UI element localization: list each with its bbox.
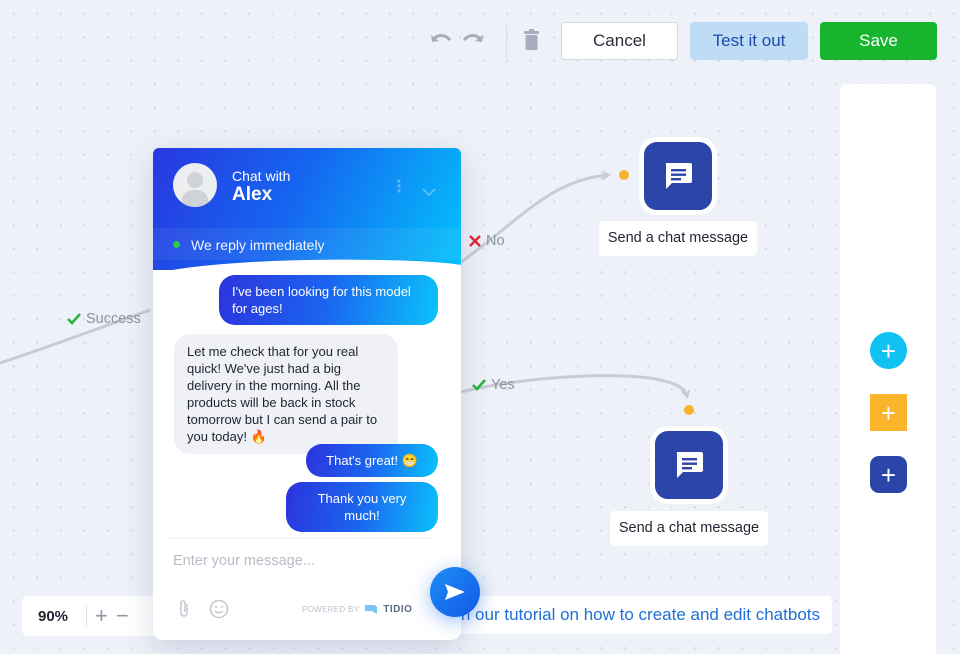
chat-title-small: Chat with <box>232 168 291 184</box>
zoom-in-button[interactable]: + <box>95 603 108 629</box>
online-status-dot <box>173 241 180 248</box>
tutorial-link[interactable]: Watch our tutorial on how to create and … <box>440 596 832 634</box>
message-visitor: That's great! 😁 <box>306 444 438 477</box>
check-icon <box>67 313 81 325</box>
test-it-out-button[interactable]: Test it out <box>690 22 808 60</box>
chat-header: Chat with Alex We reply immediately <box>153 148 461 270</box>
divider <box>86 605 87 627</box>
zoom-out-button[interactable]: − <box>116 603 129 629</box>
zoom-control: 90% + − <box>22 596 172 636</box>
message-visitor: Thank you very much! <box>286 482 438 532</box>
trash-icon[interactable] <box>523 29 540 56</box>
toolbar-divider <box>506 24 507 58</box>
avatar <box>173 163 217 207</box>
more-options-icon[interactable] <box>396 178 402 199</box>
message-operator: Let me check that for you real quick! We… <box>174 334 398 454</box>
chat-message-icon <box>665 163 692 189</box>
send-icon <box>445 584 465 600</box>
cancel-button[interactable]: Cancel <box>561 22 678 60</box>
undo-icon[interactable] <box>429 30 453 55</box>
flow-connections <box>0 0 960 640</box>
cross-icon <box>469 235 481 247</box>
add-trigger-button[interactable]: + <box>870 332 907 369</box>
chat-agent-name: Alex <box>232 184 273 205</box>
powered-by[interactable]: POWERED BY TIDIO <box>302 603 412 615</box>
node-label[interactable]: Send a chat message <box>610 511 768 546</box>
plus-icon: + <box>880 397 897 428</box>
message-visitor: I've been looking for this model for age… <box>219 275 438 325</box>
plus-icon: + <box>880 459 897 490</box>
node-palette-panel: + + + <box>840 84 936 654</box>
node-send-message-2[interactable] <box>650 426 728 504</box>
add-action-button[interactable]: + <box>870 456 907 493</box>
node-input-connector[interactable] <box>684 405 694 415</box>
edge-label-yes: Yes <box>472 377 515 393</box>
message-input[interactable]: Enter your message... <box>173 553 315 569</box>
node-send-message-1[interactable] <box>639 137 717 215</box>
edge-label-success: Success <box>67 311 141 327</box>
tidio-logo-icon <box>365 605 378 614</box>
add-condition-button[interactable]: + <box>870 394 907 431</box>
save-button[interactable]: Save <box>820 22 937 60</box>
emoji-icon[interactable] <box>209 599 229 624</box>
check-icon <box>472 379 486 391</box>
chevron-down-icon[interactable] <box>422 183 436 201</box>
chat-widget-preview: Chat with Alex We reply immediately I've… <box>153 148 461 640</box>
redo-icon[interactable] <box>461 30 485 55</box>
attachment-icon[interactable] <box>178 599 190 624</box>
chat-message-icon <box>676 452 703 478</box>
edge-label-no: No <box>469 233 505 249</box>
node-label[interactable]: Send a chat message <box>599 221 757 256</box>
reply-status: We reply immediately <box>191 237 325 253</box>
input-divider <box>166 538 431 539</box>
send-button[interactable] <box>430 567 480 617</box>
plus-icon: + <box>880 335 897 366</box>
node-input-connector[interactable] <box>619 170 629 180</box>
zoom-level: 90% <box>38 607 69 625</box>
